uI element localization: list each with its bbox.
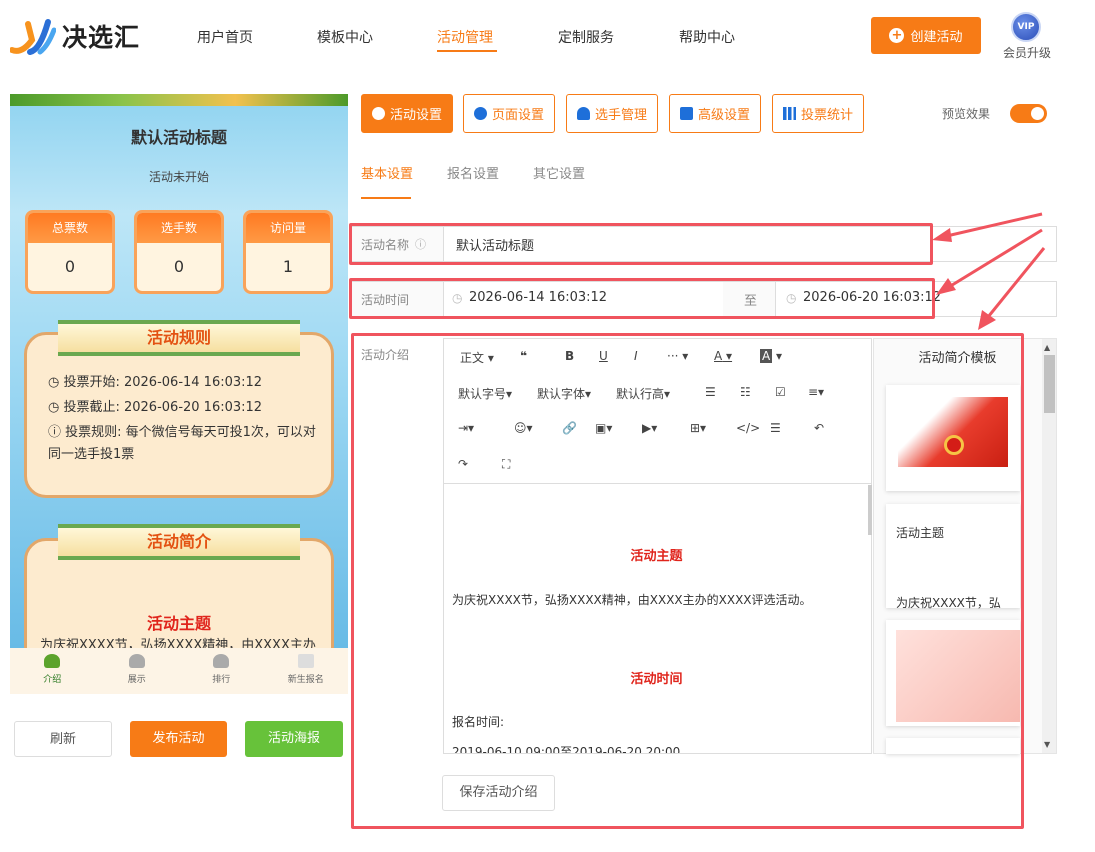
tab-intro-label: 介绍 (43, 675, 62, 685)
arrow-name-head (932, 228, 952, 242)
logo-mark-icon (9, 16, 57, 56)
tab-intro[interactable]: 介绍 (10, 648, 95, 694)
preview-tabbar: 介绍 展示 排行 新生报名 (10, 648, 348, 694)
create-activity-label: 创建活动 (910, 30, 963, 45)
rules-title: 活动规则 (58, 320, 300, 356)
preview-toggle[interactable] (1010, 104, 1047, 123)
rule-vote-text: 投票规则: 每个微信号每天可投1次，可以对同一选手投1票 (48, 425, 316, 462)
arrow-name (937, 212, 1043, 240)
tab-signup[interactable]: 新生报名 (264, 648, 349, 694)
activity-settings-button[interactable]: 活动设置 (361, 94, 453, 133)
tab-showcase-label: 展示 (127, 675, 146, 685)
create-activity-button[interactable]: + 创建活动 (871, 17, 981, 54)
chart-icon (782, 107, 796, 120)
nav-help-center[interactable]: 帮助中心 (679, 27, 735, 47)
logo-text: 决选汇 (62, 23, 141, 52)
tab-ranking[interactable]: 排行 (179, 648, 264, 694)
showcase-icon (128, 654, 145, 668)
stat-value: 0 (173, 257, 185, 276)
subtab-signup[interactable]: 报名设置 (447, 163, 499, 182)
rule-start-text: 投票开始: 2026-06-14 16:03:12 (63, 375, 263, 390)
stat-label: 选手数 (137, 213, 221, 243)
preview-title: 默认活动标题 (130, 128, 227, 147)
rule-end-text: 投票截止: 2026-06-20 16:03:12 (63, 400, 263, 415)
clock-icon: ◷ (48, 400, 64, 415)
subtab-underline (361, 197, 411, 199)
page-settings-button[interactable]: 页面设置 (463, 94, 555, 133)
settings-icon (679, 107, 693, 120)
poster-button[interactable]: 活动海报 (245, 721, 343, 757)
gear-icon (473, 107, 487, 120)
nav-custom-service[interactable]: 定制服务 (558, 27, 614, 47)
mobile-preview: 默认活动标题 活动未开始 总票数 0 选手数 0 访问量 1 活动规则 ◷ 投票… (10, 94, 348, 694)
star-icon (371, 107, 385, 120)
publish-button[interactable]: 发布活动 (130, 721, 227, 757)
stat-visits: 访问量 1 (243, 210, 333, 294)
subtab-basic[interactable]: 基本设置 (361, 163, 413, 182)
annotation-arrows (932, 212, 1046, 330)
logo[interactable]: 决选汇 (9, 14, 160, 58)
scroll-up-icon[interactable]: ▲ (1044, 343, 1050, 352)
intro-title: 活动简介 (58, 524, 300, 560)
template-scroll-thumb[interactable] (1044, 355, 1055, 413)
clock-icon: ◷ (48, 375, 64, 390)
rule-start: ◷ 投票开始: 2026-06-14 16:03:12 (48, 372, 328, 394)
tab-ranking-label: 排行 (212, 675, 231, 685)
users-icon (576, 107, 590, 120)
stat-total-votes: 总票数 0 (25, 210, 115, 294)
advanced-settings-button[interactable]: 高级设置 (669, 94, 761, 133)
tab-showcase[interactable]: 展示 (95, 648, 180, 694)
stat-value: 1 (282, 257, 294, 276)
subtab-other[interactable]: 其它设置 (533, 163, 585, 182)
activity-settings-label: 活动设置 (389, 108, 442, 123)
stat-value: 0 (64, 257, 76, 276)
nav-active-underline (437, 50, 497, 52)
signup-icon (297, 654, 314, 668)
contestant-management-button[interactable]: 选手管理 (566, 94, 658, 133)
scroll-down-icon[interactable]: ▼ (1044, 740, 1050, 749)
page-settings-label: 页面设置 (491, 108, 544, 123)
arrow-time-head (936, 278, 956, 295)
nav-user-home[interactable]: 用户首页 (197, 27, 253, 47)
stat-contestants: 选手数 0 (134, 210, 224, 294)
nav-activity-management[interactable]: 活动管理 (437, 27, 493, 47)
highlight-intro (351, 333, 1024, 829)
stat-label: 访问量 (246, 213, 330, 243)
preview-effect-label: 预览效果 (942, 107, 991, 121)
decorative-banner (10, 94, 348, 106)
preview-status: 活动未开始 (148, 170, 209, 184)
arrow-intro-head (978, 310, 996, 330)
highlight-name (349, 223, 933, 265)
arrow-time (943, 228, 1043, 292)
rule-vote: ⓘ 投票规则: 每个微信号每天可投1次，可以对同一选手投1票 (48, 422, 318, 466)
refresh-button[interactable]: 刷新 (14, 721, 112, 757)
vote-stats-button[interactable]: 投票统计 (772, 94, 864, 133)
ranking-icon (213, 654, 230, 668)
preview-theme: 活动主题 (146, 614, 211, 633)
nav-templates[interactable]: 模板中心 (317, 27, 373, 47)
highlight-time (349, 278, 935, 319)
vote-stats-label: 投票统计 (800, 108, 853, 123)
rule-end: ◷ 投票截止: 2026-06-20 16:03:12 (48, 397, 328, 419)
info-icon: ⓘ (48, 425, 66, 440)
advanced-settings-label: 高级设置 (697, 108, 750, 123)
plus-icon: + (889, 28, 905, 43)
home-icon (44, 654, 61, 668)
vip-badge-icon[interactable]: VIP (1011, 12, 1041, 42)
tab-signup-label: 新生报名 (287, 675, 324, 685)
stat-label: 总票数 (28, 213, 112, 243)
contestant-management-label: 选手管理 (594, 108, 647, 123)
vip-upgrade-label[interactable]: 会员升级 (1003, 44, 1051, 61)
